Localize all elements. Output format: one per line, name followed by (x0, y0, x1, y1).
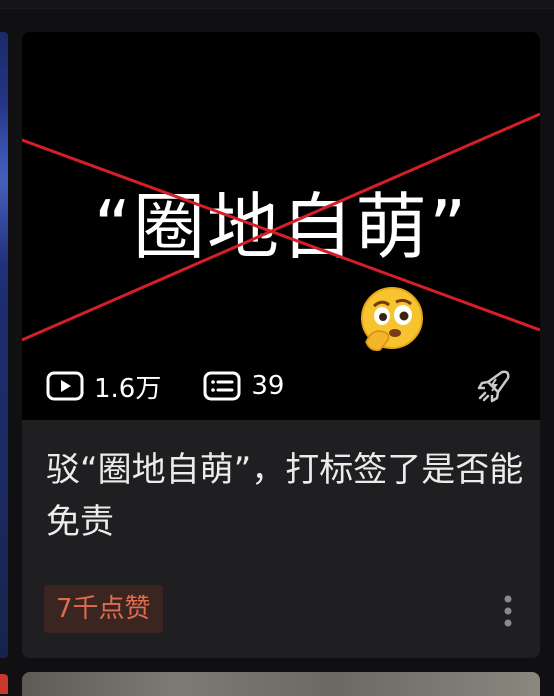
views-stat: 1.6万 (46, 368, 161, 405)
views-count: 1.6万 (94, 373, 162, 404)
video-stats: 1.6万 39 (46, 368, 284, 405)
video-title[interactable]: 驳“圈地自萌”，打标签了是否能免责 (46, 444, 526, 548)
more-vertical-icon[interactable] (498, 592, 518, 632)
video-thumbnail[interactable]: “圈地自萌” 1.6万 (22, 32, 540, 420)
rocket-icon[interactable] (476, 368, 512, 404)
comments-count: 39 (251, 371, 285, 401)
top-divider (0, 0, 554, 9)
likes-badge: 7千点赞 (44, 585, 163, 633)
comments-stat: 39 (203, 371, 284, 401)
danmaku-list-icon (203, 371, 241, 401)
video-card[interactable]: “圈地自萌” 1.6万 (22, 32, 540, 658)
next-card-edge-left[interactable] (0, 674, 8, 694)
play-icon (46, 371, 84, 401)
next-card-thumbnail[interactable] (22, 672, 540, 696)
thinking-face-emoji (361, 287, 423, 352)
red-cross-overlay (22, 112, 540, 342)
previous-card-edge[interactable] (0, 32, 8, 658)
